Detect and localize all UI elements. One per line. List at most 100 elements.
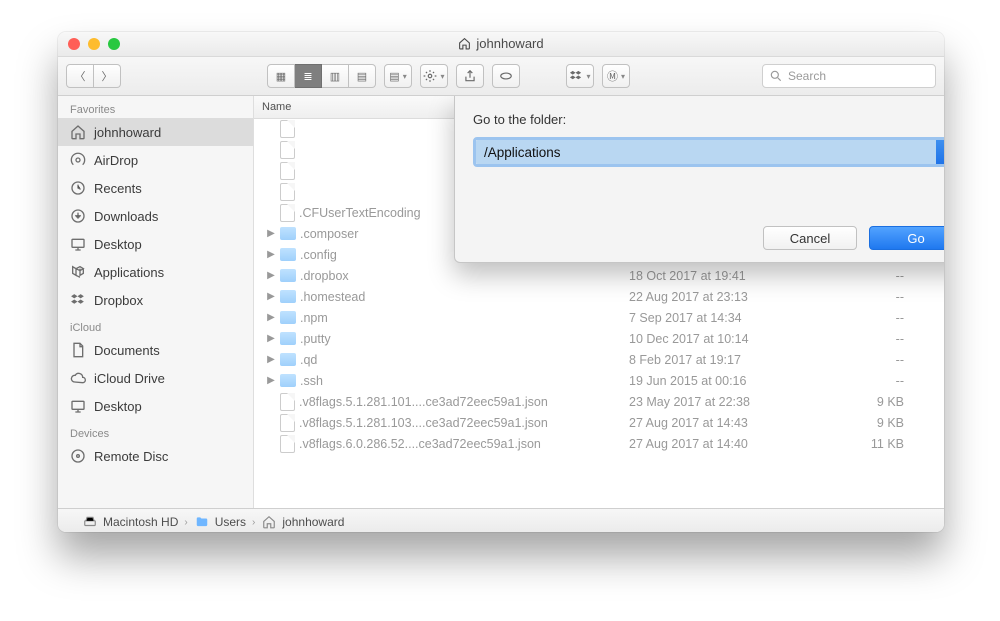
combo-chevron-down-icon[interactable]: ▾	[936, 140, 944, 164]
sidebar-item-label: Desktop	[94, 237, 142, 252]
action-button[interactable]: ▾	[420, 64, 448, 88]
finder-window: johnhoward 〈 〉 ▦ ≣ ▥ ▤ ▤▾ ▾ ▾ Ⓜ▾	[58, 32, 944, 532]
row-date: 23 May 2017 at 22:38	[621, 395, 847, 409]
disclosure-icon[interactable]: ▶	[266, 228, 276, 239]
view-gallery-button[interactable]: ▤	[349, 64, 376, 88]
row-size: 11 KB	[847, 437, 944, 451]
disclosure-icon[interactable]: ▶	[266, 312, 276, 323]
search-placeholder: Search	[788, 69, 826, 83]
row-name: .v8flags.5.1.281.103....ce3ad72eec59a1.j…	[299, 416, 548, 430]
disclosure-icon[interactable]: ▶	[266, 333, 276, 344]
forward-button[interactable]: 〉	[94, 64, 121, 88]
path-segment[interactable]: Users	[194, 515, 246, 529]
folder-icon	[280, 374, 296, 387]
sidebar-item-label: Downloads	[94, 209, 158, 224]
disclosure-icon[interactable]: ▶	[266, 270, 276, 281]
group-by-button[interactable]: ▤▾	[384, 64, 412, 88]
toolbar: 〈 〉 ▦ ≣ ▥ ▤ ▤▾ ▾ ▾ Ⓜ▾ Search	[58, 57, 944, 96]
sidebar-item-desktop[interactable]: Desktop	[58, 392, 253, 420]
tag-button[interactable]	[492, 64, 520, 88]
home-icon	[261, 515, 277, 529]
file-icon	[280, 162, 295, 180]
table-row[interactable]: ▶.dropbox18 Oct 2017 at 19:41--	[254, 265, 944, 286]
row-date: 7 Sep 2017 at 14:34	[621, 311, 847, 325]
documents-icon	[70, 342, 86, 358]
gear-icon	[423, 69, 437, 83]
search-icon	[769, 69, 783, 83]
disclosure-icon[interactable]: ▶	[266, 249, 276, 260]
sidebar-item-airdrop[interactable]: AirDrop	[58, 146, 253, 174]
sidebar-item-downloads[interactable]: Downloads	[58, 202, 253, 230]
sidebar-item-desktop[interactable]: Desktop	[58, 230, 253, 258]
sidebar-item-documents[interactable]: Documents	[58, 336, 253, 364]
titlebar: johnhoward	[58, 32, 944, 57]
folder-path-input[interactable]	[476, 140, 936, 164]
table-row[interactable]: .v8flags.5.1.281.101....ce3ad72eec59a1.j…	[254, 391, 944, 412]
table-row[interactable]: ▶.homestead22 Aug 2017 at 23:13--	[254, 286, 944, 307]
sidebar-item-johnhoward[interactable]: johnhoward	[58, 118, 253, 146]
row-size: --	[847, 290, 944, 304]
applications-icon	[70, 264, 86, 280]
view-icons-button[interactable]: ▦	[267, 64, 295, 88]
sidebar-item-label: Dropbox	[94, 293, 143, 308]
nav-buttons: 〈 〉	[66, 64, 121, 88]
extra-toolbar-button[interactable]: Ⓜ▾	[602, 64, 630, 88]
window-title-text: johnhoward	[476, 36, 543, 51]
disclosure-icon[interactable]: ▶	[266, 375, 276, 386]
file-icon	[280, 120, 295, 138]
table-row[interactable]: ▶.qd8 Feb 2017 at 19:17--	[254, 349, 944, 370]
window-title: johnhoward	[58, 36, 944, 51]
sidebar-item-icloud-drive[interactable]: iCloud Drive	[58, 364, 253, 392]
file-icon	[280, 393, 295, 411]
path-segment[interactable]: Macintosh HD	[82, 515, 178, 529]
path-segment[interactable]: johnhoward	[261, 515, 344, 529]
row-date: 10 Dec 2017 at 10:14	[621, 332, 847, 346]
sidebar-item-label: Documents	[94, 343, 160, 358]
share-button[interactable]	[456, 64, 484, 88]
sidebar-item-label: johnhoward	[94, 125, 161, 140]
cancel-button[interactable]: Cancel	[763, 226, 857, 250]
row-date: 18 Oct 2017 at 19:41	[621, 269, 847, 283]
view-columns-button[interactable]: ▥	[322, 64, 349, 88]
table-row[interactable]: .v8flags.5.1.281.103....ce3ad72eec59a1.j…	[254, 412, 944, 433]
sidebar-item-applications[interactable]: Applications	[58, 258, 253, 286]
row-name: .composer	[300, 227, 358, 241]
search-input[interactable]: Search	[762, 64, 936, 88]
dropbox-icon	[70, 292, 86, 308]
dropbox-toolbar-button[interactable]: ▾	[566, 64, 594, 88]
table-row[interactable]: ▶.putty10 Dec 2017 at 10:14--	[254, 328, 944, 349]
row-date: 27 Aug 2017 at 14:40	[621, 437, 847, 451]
row-date: 27 Aug 2017 at 14:43	[621, 416, 847, 430]
table-row[interactable]: .v8flags.6.0.286.52....ce3ad72eec59a1.js…	[254, 433, 944, 454]
sidebar-item-dropbox[interactable]: Dropbox	[58, 286, 253, 314]
file-icon	[280, 183, 295, 201]
go-button[interactable]: Go	[869, 226, 944, 250]
path-segment-label: Macintosh HD	[103, 515, 178, 529]
view-list-button[interactable]: ≣	[295, 64, 322, 88]
folder-icon	[194, 515, 210, 529]
recents-icon	[70, 180, 86, 196]
disclosure-icon[interactable]: ▶	[266, 354, 276, 365]
row-size: --	[847, 332, 944, 346]
folder-icon	[280, 248, 296, 261]
table-row[interactable]: ▶.ssh19 Jun 2015 at 00:16--	[254, 370, 944, 391]
row-name: .ssh	[300, 374, 323, 388]
path-segment-label: Users	[215, 515, 246, 529]
row-name: .config	[300, 248, 337, 262]
disclosure-icon[interactable]: ▶	[266, 291, 276, 302]
folder-icon	[280, 269, 296, 282]
folder-icon	[280, 353, 296, 366]
table-row[interactable]: ▶.npm7 Sep 2017 at 14:34--	[254, 307, 944, 328]
home-icon	[70, 124, 86, 140]
row-size: --	[847, 353, 944, 367]
sidebar-item-label: iCloud Drive	[94, 371, 165, 386]
back-button[interactable]: 〈	[66, 64, 94, 88]
path-bar: Macintosh HD›Users›johnhoward	[58, 508, 944, 532]
sidebar-item-label: Recents	[94, 181, 142, 196]
sidebar-item-recents[interactable]: Recents	[58, 174, 253, 202]
sidebar-item-remote-disc[interactable]: Remote Disc	[58, 442, 253, 470]
row-name: .v8flags.6.0.286.52....ce3ad72eec59a1.js…	[299, 437, 541, 451]
dropbox-icon	[569, 69, 583, 83]
file-icon	[280, 141, 295, 159]
airdrop-icon	[70, 152, 86, 168]
